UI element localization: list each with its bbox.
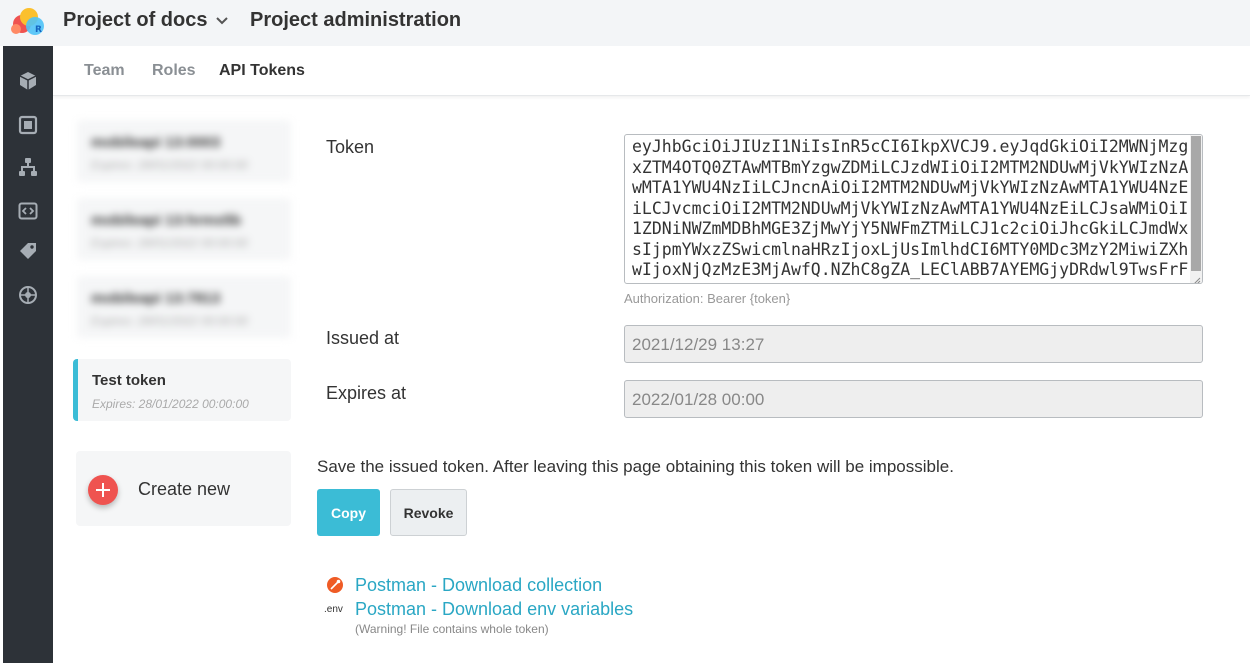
token-name: mobileapi 13:hrms5b <box>91 212 242 229</box>
network-icon[interactable] <box>17 284 39 306</box>
top-bar: R Project of docs Project administration <box>0 0 1250 46</box>
token-list-item[interactable]: mobileapi 13:0003 Expires: 28/01/2022 00… <box>77 120 291 182</box>
expires-at-label: Expires at <box>326 383 407 403</box>
tab-bar: Team Roles API Tokens <box>53 46 1250 96</box>
download-env-link[interactable]: Postman - Download env variables <box>355 599 633 620</box>
tab-api-tokens[interactable]: API Tokens <box>219 62 305 80</box>
token-list-item[interactable]: mobileapi 13:hrms5b Expires: 28/01/2022 … <box>77 198 291 260</box>
token-list-item-selected[interactable]: Test token Expires: 28/01/2022 00:00:00 <box>73 359 291 421</box>
expires-at-field[interactable]: 2022/01/28 00:00 <box>624 380 1203 418</box>
sidebar-rail <box>3 46 53 663</box>
tab-team[interactable]: Team <box>84 62 125 80</box>
project-selector[interactable]: Project of docs <box>63 9 207 32</box>
scrollbar[interactable] <box>1190 135 1202 283</box>
env-file-icon: .env <box>324 604 343 615</box>
scrollbar-thumb[interactable] <box>1191 136 1201 271</box>
token-textarea[interactable]: eyJhbGciOiJIUzI1NiIsInR5cCI6IkpXVCJ9.eyJ… <box>624 134 1203 284</box>
token-label: Token <box>326 137 375 157</box>
download-collection-link[interactable]: Postman - Download collection <box>355 575 602 596</box>
sitemap-icon[interactable] <box>17 156 39 178</box>
cube-icon[interactable] <box>17 70 39 92</box>
svg-text:R: R <box>35 25 42 35</box>
token-list-item[interactable]: mobileapi 13:7813 Expires: 28/01/2022 00… <box>77 276 291 338</box>
issued-at-field[interactable]: 2021/12/29 13:27 <box>624 325 1203 363</box>
token-name: mobileapi 13:7813 <box>91 290 221 307</box>
token-expiry: Expires: 28/01/2022 00:00:00 <box>91 314 248 328</box>
chevron-down-icon[interactable] <box>214 13 230 29</box>
token-expiry: Expires: 28/01/2022 00:00:00 <box>91 158 248 172</box>
tab-roles[interactable]: Roles <box>152 62 196 80</box>
expires-at-value: 2022/01/28 00:00 <box>632 390 765 409</box>
save-token-notice: Save the issued token. After leaving thi… <box>317 457 954 476</box>
token-value[interactable]: eyJhbGciOiJIUzI1NiIsInR5cCI6IkpXVCJ9.eyJ… <box>632 137 1190 283</box>
issued-at-label: Issued at <box>326 328 400 348</box>
resize-grip-icon[interactable] <box>1191 272 1201 283</box>
token-name: mobileapi 13:0003 <box>91 134 221 151</box>
download-warning: (Warning! File contains whole token) <box>355 622 549 636</box>
square-icon[interactable] <box>17 114 39 136</box>
token-expiry: Expires: 28/01/2022 00:00:00 <box>92 397 249 411</box>
token-expiry: Expires: 28/01/2022 00:00:00 <box>91 236 248 250</box>
plus-icon[interactable] <box>88 475 118 505</box>
app-logo[interactable]: R <box>8 5 48 39</box>
create-new-label: Create new <box>138 479 231 499</box>
create-new-token-button[interactable]: Create new <box>76 451 291 526</box>
postman-icon <box>326 576 344 599</box>
copy-button[interactable]: Copy <box>317 489 380 536</box>
issued-at-value: 2021/12/29 13:27 <box>632 335 765 354</box>
tag-icon[interactable] <box>17 240 39 262</box>
token-name: Test token <box>92 372 166 389</box>
code-icon[interactable] <box>17 200 39 222</box>
revoke-button[interactable]: Revoke <box>390 489 467 536</box>
page-title: Project administration <box>250 9 462 31</box>
token-hint: Authorization: Bearer {token} <box>624 291 791 306</box>
